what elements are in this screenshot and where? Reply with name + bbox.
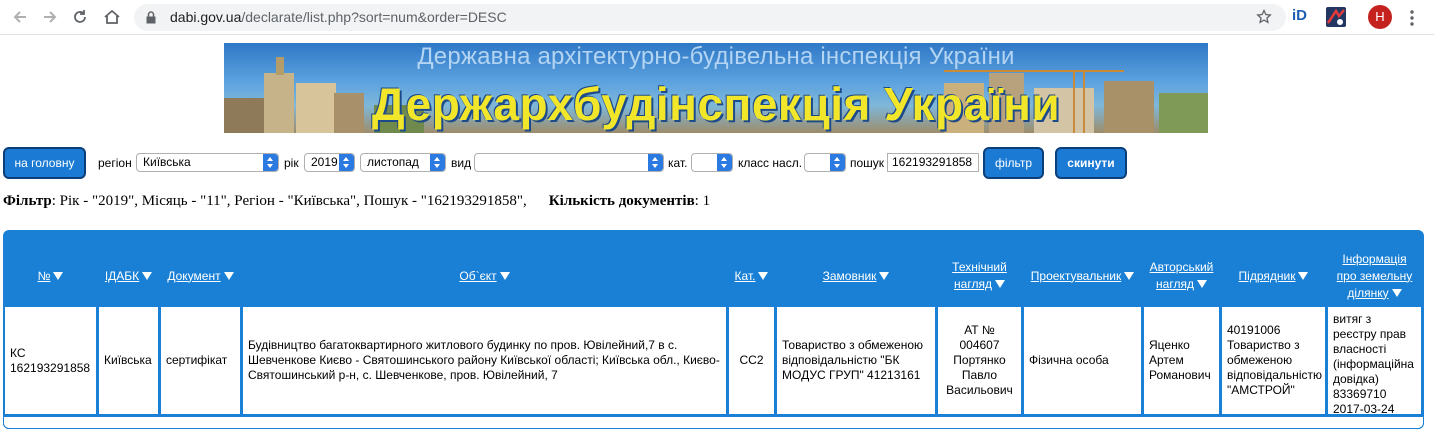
cell-tech-supervision: АТ № 004607 Портянко Павло Васильович (938, 307, 1021, 414)
cell-idabk: Київська (99, 307, 158, 414)
home-icon[interactable] (100, 6, 124, 28)
cat-select[interactable] (691, 153, 733, 172)
table-footer (3, 416, 1424, 429)
sort-arrow-icon (1298, 272, 1309, 280)
profile-avatar[interactable]: H (1368, 5, 1392, 29)
chevron-updown-icon (717, 154, 732, 171)
cat-label: кат. (668, 156, 688, 170)
cell-document: сертифікат (161, 307, 240, 414)
filter-bar: на головну регіон Київська рік 2019 лист… (3, 147, 1433, 179)
col-header-num[interactable]: № (5, 246, 96, 306)
sort-arrow-icon (499, 272, 510, 280)
class-label: класс насл. (738, 156, 803, 170)
cell-designer: Фізична особа (1024, 307, 1141, 414)
sort-arrow-icon (1196, 280, 1207, 288)
sort-arrow-icon (879, 272, 890, 280)
home-button[interactable]: на головну (3, 147, 86, 179)
col-header-idabk[interactable]: ІДАБК (99, 246, 158, 306)
cell-author-supervision: Яценко Артем Романович (1144, 307, 1219, 414)
region-select[interactable]: Київська (136, 153, 279, 172)
col-header-land-info[interactable]: Інформація про земельну ділянку (1328, 246, 1421, 306)
reset-button[interactable]: скинути (1055, 147, 1127, 179)
sort-arrow-icon (1391, 288, 1402, 297)
month-select[interactable]: листопад (360, 153, 446, 172)
type-label: вид (451, 156, 472, 170)
more-menu-icon[interactable] (1404, 8, 1420, 28)
col-header-designer[interactable]: Проектувальник (1024, 246, 1141, 306)
col-header-document[interactable]: Документ (161, 246, 240, 306)
sort-arrow-icon (994, 280, 1005, 288)
col-header-contractor[interactable]: Підрядник (1222, 246, 1325, 306)
document-count-label: Кількість документів (548, 193, 695, 209)
url-text: dabi.gov.ua/declarate/list.php?sort=num&… (170, 9, 507, 25)
chevron-updown-icon (339, 154, 354, 171)
col-header-cat[interactable]: Кат. (729, 246, 774, 306)
cell-customer: Товариство з обмеженою відповідальністю … (777, 307, 935, 414)
declarations-table: № ІДАБК Документ Об`єкт Кат. Замовник Те… (3, 230, 1424, 429)
bookmark-star-icon[interactable] (1256, 8, 1272, 28)
sort-arrow-icon (1124, 272, 1135, 280)
sort-arrow-icon (142, 272, 153, 280)
sort-arrow-icon (223, 272, 234, 280)
year-select[interactable]: 2019 (304, 153, 355, 172)
search-input[interactable]: 162193291858 (887, 153, 979, 172)
chevron-updown-icon (263, 154, 278, 171)
col-header-customer[interactable]: Замовник (777, 246, 935, 306)
class-select[interactable] (804, 153, 846, 172)
site-banner: Державна архітектурно-будівельна інспекц… (224, 43, 1208, 133)
browser-toolbar: dabi.gov.ua/declarate/list.php?sort=num&… (0, 0, 1434, 35)
col-header-author-supervision[interactable]: Авторський нагляд (1144, 246, 1219, 306)
reload-icon[interactable] (68, 6, 92, 28)
sort-arrow-icon (53, 272, 64, 280)
filter-summary: Фільтр: Рік - "2019", Місяць - "11", Рег… (3, 193, 710, 210)
filter-button[interactable]: фільтр (983, 147, 1044, 179)
col-header-object[interactable]: Об`єкт (243, 246, 726, 306)
document-count-value: : 1 (694, 193, 711, 209)
col-header-tech-supervision[interactable]: Технічний нагляд (938, 246, 1021, 306)
cell-object: Будівництво багатоквартирного житлового … (243, 307, 726, 414)
filter-summary-text: : Рік - "2019", Місяць - "11", Регіон - … (51, 193, 527, 209)
cell-num: КС 162193291858 (5, 307, 96, 414)
filter-summary-label: Фільтр (3, 193, 52, 209)
sort-arrow-icon (758, 272, 769, 280)
type-select[interactable] (474, 153, 664, 172)
search-label: пошук (850, 156, 885, 170)
chevron-updown-icon (648, 154, 663, 171)
extension-id-icon[interactable]: iD (1292, 7, 1312, 27)
cell-cat: СС2 (729, 307, 774, 414)
forward-icon[interactable] (38, 6, 62, 28)
address-bar[interactable]: dabi.gov.ua/declarate/list.php?sort=num&… (134, 4, 1286, 31)
cell-contractor: 40191006 Товариство з обмеженою відповід… (1222, 307, 1325, 414)
back-icon[interactable] (8, 6, 32, 28)
region-label: регіон (98, 156, 132, 170)
banner-subtitle: Державна архітектурно-будівельна інспекц… (417, 43, 1015, 70)
lock-icon (146, 11, 156, 27)
cell-land-info: витяг з реєстру прав власності (інформац… (1328, 307, 1421, 416)
year-label: рік (284, 156, 299, 170)
chevron-updown-icon (830, 154, 845, 171)
chevron-updown-icon (430, 154, 445, 171)
banner-title: Держархбудінспекція України (371, 78, 1061, 130)
extension-icon[interactable] (1326, 7, 1346, 27)
